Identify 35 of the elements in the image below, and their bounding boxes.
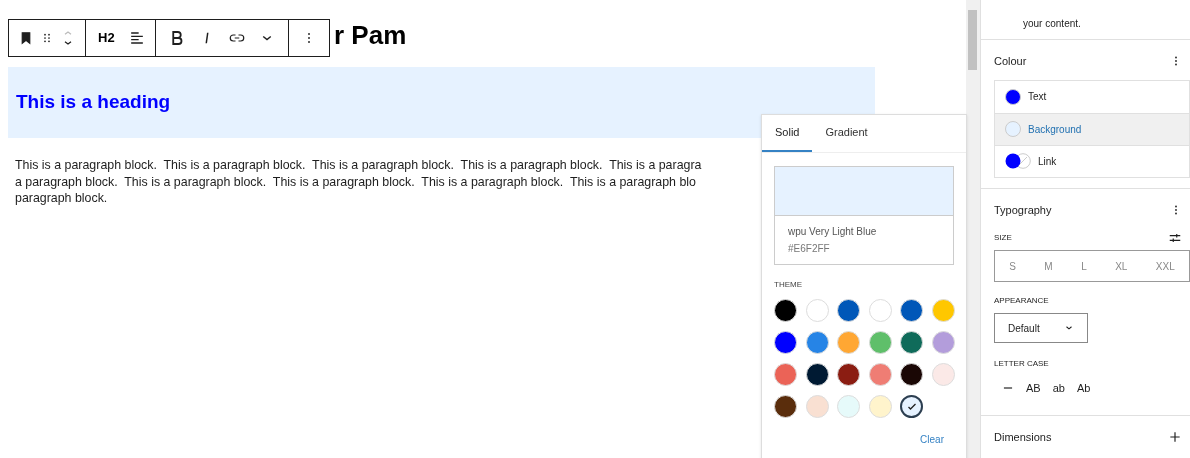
field-label: SIZE	[994, 232, 1012, 244]
scrollbar-thumb[interactable]	[968, 10, 977, 70]
size-option[interactable]: S	[1009, 258, 1016, 274]
panel-title: Colour	[994, 54, 1027, 69]
panel-title: Typography	[994, 202, 1052, 218]
plus-icon[interactable]	[1168, 429, 1182, 444]
size-option[interactable]: M	[1044, 258, 1053, 274]
letter-case-option[interactable]: ab	[1051, 380, 1066, 397]
description-text: your content.	[1023, 18, 1081, 29]
color-name: wpu Very Light Blue	[788, 225, 878, 239]
letter-case-option[interactable]: Ab	[1075, 380, 1092, 397]
field-label: LETTER CASE	[994, 358, 1049, 370]
field-label: APPEARANCE	[994, 295, 1049, 307]
paragraph-line: This is a paragraph block. This is a paragraph block. This is a paragraph block. This is a paragraph block. This is a paragra	[15, 157, 703, 174]
color-tab[interactable]: Gradient	[812, 115, 881, 152]
theme-label: THEME	[774, 279, 802, 291]
paragraph-line: paragraph block.	[15, 190, 109, 207]
post-title: r Pam	[334, 19, 407, 52]
heading-level-button[interactable]: H2	[94, 28, 119, 48]
appearance-select[interactable]: Default	[994, 313, 1088, 343]
color-setting-item[interactable]: Text	[995, 80, 1189, 113]
sliders-icon[interactable]	[1168, 231, 1182, 245]
panel-title: Dimensions	[994, 429, 1052, 445]
heading-text: This is a heading	[16, 90, 171, 115]
size-option[interactable]: XXL	[1155, 258, 1175, 274]
size-option[interactable]: L	[1081, 258, 1087, 274]
letter-case-option[interactable]: AB	[1025, 380, 1042, 397]
clear-button[interactable]: Clear	[920, 432, 944, 447]
color-hex: #E6F2FF	[788, 242, 831, 256]
size-option[interactable]: XL	[1115, 258, 1128, 274]
color-tab[interactable]: Solid	[762, 115, 813, 152]
color-setting-item[interactable]: Background	[995, 112, 1189, 145]
color-setting-item[interactable]: Link	[995, 144, 1189, 177]
color-swatch[interactable]	[900, 395, 923, 418]
paragraph-line: a paragraph block. This is a paragraph block. This is a paragraph block. This is a paragraph block. This is a paragraph blo	[15, 173, 697, 190]
